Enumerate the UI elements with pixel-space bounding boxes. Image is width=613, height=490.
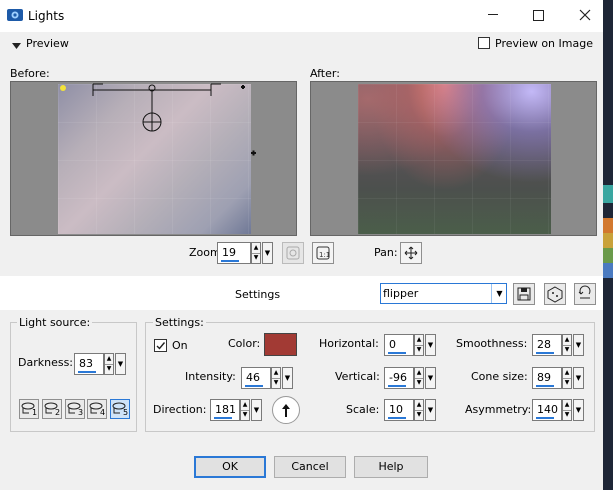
direction-dropdown[interactable]: ▼ (251, 399, 262, 421)
vertical-input[interactable]: -96 (384, 367, 414, 389)
cone-size-input[interactable]: 89 (532, 367, 562, 389)
horizontal-spinner[interactable]: 0 ▲ ▼ ▼ (384, 334, 438, 356)
light-3-label: 3 (78, 408, 84, 417)
horizontal-input[interactable]: 0 (384, 334, 414, 356)
title-bar: Lights (0, 0, 603, 32)
light-1-button[interactable]: 1 (19, 399, 39, 419)
before-preview[interactable] (10, 81, 297, 236)
asymmetry-label: Asymmetry: (465, 403, 532, 416)
on-checkbox[interactable] (154, 339, 167, 352)
pan-button[interactable] (400, 242, 422, 264)
help-button[interactable]: Help (354, 456, 428, 478)
horizontal-stepper[interactable]: ▲ ▼ (414, 334, 424, 356)
smoothness-stepper[interactable]: ▲ ▼ (562, 334, 572, 356)
scale-dropdown[interactable]: ▼ (425, 399, 436, 421)
scale-label: Scale: (346, 403, 380, 416)
direction-dial[interactable] (272, 396, 300, 424)
darkness-dropdown[interactable]: ▼ (115, 353, 126, 375)
light-source-title: Light source: (17, 316, 93, 329)
maximize-icon[interactable] (533, 10, 544, 21)
cone-size-spinner[interactable]: 89 ▲ ▼ ▼ (532, 367, 586, 389)
randomize-button[interactable] (544, 283, 566, 305)
asymmetry-dropdown[interactable]: ▼ (573, 399, 584, 421)
app-icon (7, 8, 23, 22)
preview-toggle-label[interactable]: Preview (26, 37, 69, 50)
zoom-actual-size-button[interactable]: 1:1 (312, 242, 334, 264)
light-5-label: 5 (123, 408, 129, 417)
preview-on-image-label[interactable]: Preview on Image (495, 37, 593, 50)
light-5-button[interactable]: 5 (110, 399, 130, 419)
light-3-button[interactable]: 3 (65, 399, 85, 419)
after-preview[interactable] (310, 81, 597, 236)
light-position-handles[interactable] (11, 82, 297, 236)
horizontal-dropdown[interactable]: ▼ (425, 334, 436, 356)
scale-input[interactable]: 10 (384, 399, 414, 421)
light-1-label: 1 (32, 408, 38, 417)
on-label[interactable]: On (172, 339, 188, 352)
zoom-stepper[interactable]: ▲ ▼ (251, 242, 261, 264)
reset-button[interactable] (574, 283, 596, 305)
preset-value: flipper (383, 287, 419, 300)
vertical-dropdown[interactable]: ▼ (425, 367, 436, 389)
settings-bar-label: Settings (235, 288, 281, 301)
horizontal-label: Horizontal: (319, 337, 379, 350)
smoothness-dropdown[interactable]: ▼ (573, 334, 584, 356)
vertical-spinner[interactable]: -96 ▲ ▼ ▼ (384, 367, 438, 389)
settings-title: Settings: (153, 316, 206, 329)
light-2-button[interactable]: 2 (42, 399, 62, 419)
direction-input[interactable]: 181 (210, 399, 240, 421)
window-title: Lights (28, 9, 65, 23)
darkness-label: Darkness: (18, 356, 74, 369)
intensity-label: Intensity: (185, 370, 236, 383)
after-label: After: (310, 67, 340, 80)
after-image (358, 84, 551, 234)
zoom-spinner[interactable]: 19 ▲ ▼ ▼ (217, 242, 275, 264)
background-desktop-strip (603, 0, 613, 490)
collapse-preview-icon[interactable] (12, 40, 21, 49)
intensity-input[interactable]: 46 (241, 367, 271, 389)
before-label: Before: (10, 67, 50, 80)
cone-size-stepper[interactable]: ▲ ▼ (562, 367, 572, 389)
light-4-button[interactable]: 4 (87, 399, 107, 419)
asymmetry-stepper[interactable]: ▲ ▼ (562, 399, 572, 421)
preset-dropdown-icon[interactable]: ▼ (491, 284, 507, 303)
intensity-stepper[interactable]: ▲ ▼ (271, 367, 281, 389)
direction-spinner[interactable]: 181 ▲ ▼ ▼ (210, 399, 264, 421)
zoom-fit-button[interactable] (282, 242, 304, 264)
pan-label: Pan: (374, 246, 398, 259)
color-swatch[interactable] (264, 333, 297, 356)
preview-on-image-checkbox[interactable] (478, 37, 490, 49)
cancel-button[interactable]: Cancel (274, 456, 346, 478)
darkness-input[interactable]: 83 (74, 353, 104, 375)
intensity-spinner[interactable]: 46 ▲ ▼ ▼ (241, 367, 295, 389)
close-icon[interactable] (578, 8, 592, 22)
ok-button[interactable]: OK (194, 456, 266, 478)
smoothness-input[interactable]: 28 (532, 334, 562, 356)
svg-text:1:1: 1:1 (319, 251, 330, 259)
zoom-dropdown[interactable]: ▼ (262, 242, 273, 264)
smoothness-label: Smoothness: (456, 337, 528, 350)
preset-select[interactable]: flipper ▼ (380, 283, 507, 304)
lights-dialog: Lights Preview Preview on Image Before: … (0, 0, 604, 490)
vertical-label: Vertical: (335, 370, 380, 383)
save-preset-button[interactable] (513, 283, 535, 305)
color-label: Color: (228, 337, 261, 350)
darkness-stepper[interactable]: ▲ ▼ (104, 353, 114, 375)
smoothness-spinner[interactable]: 28 ▲ ▼ ▼ (532, 334, 586, 356)
light-2-label: 2 (55, 408, 61, 417)
asymmetry-spinner[interactable]: 140 ▲ ▼ ▼ (532, 399, 586, 421)
scale-spinner[interactable]: 10 ▲ ▼ ▼ (384, 399, 438, 421)
direction-label: Direction: (153, 403, 207, 416)
cone-size-dropdown[interactable]: ▼ (573, 367, 584, 389)
darkness-spinner[interactable]: 83 ▲ ▼ ▼ (74, 353, 128, 375)
direction-stepper[interactable]: ▲ ▼ (240, 399, 250, 421)
light-4-label: 4 (100, 408, 106, 417)
vertical-stepper[interactable]: ▲ ▼ (414, 367, 424, 389)
asymmetry-input[interactable]: 140 (532, 399, 562, 421)
scale-stepper[interactable]: ▲ ▼ (414, 399, 424, 421)
intensity-dropdown[interactable]: ▼ (282, 367, 293, 389)
minimize-icon[interactable] (488, 14, 498, 15)
cone-size-label: Cone size: (471, 370, 528, 383)
zoom-input[interactable]: 19 (217, 242, 251, 264)
